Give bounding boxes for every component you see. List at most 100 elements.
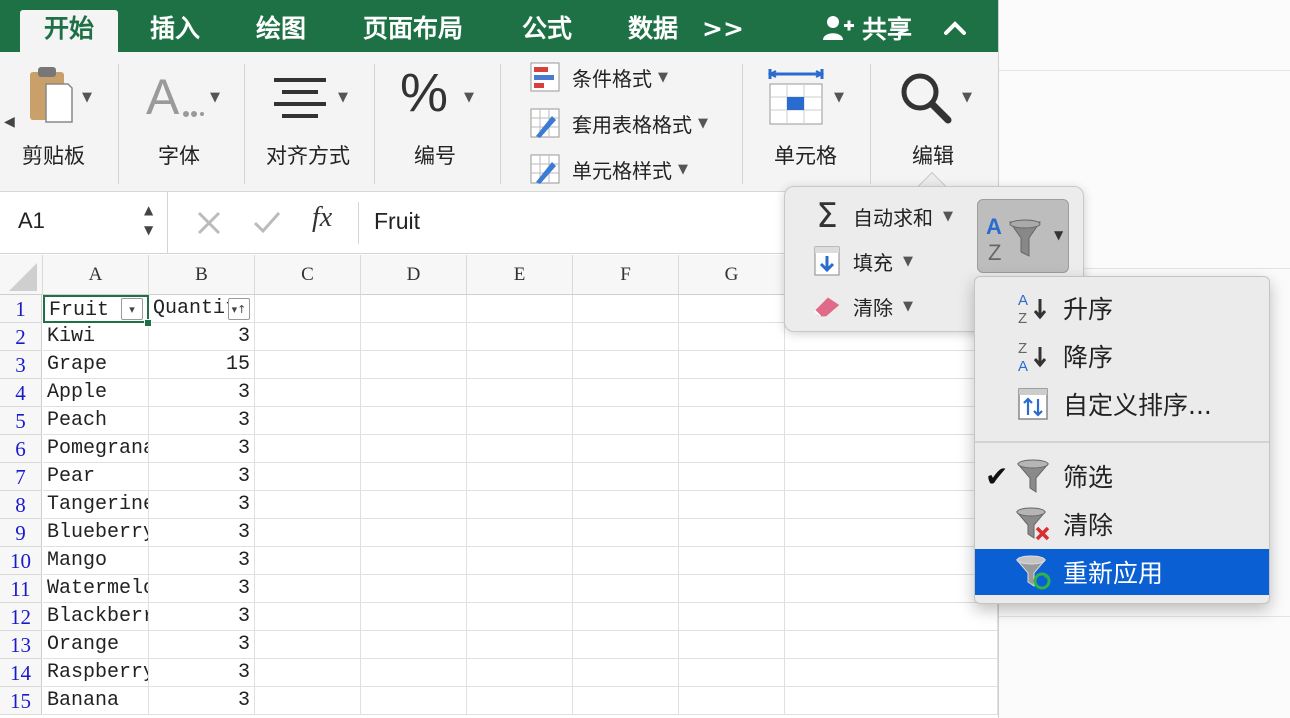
row-header[interactable]: 13 bbox=[0, 631, 42, 659]
cell-fruit[interactable]: Kiwi bbox=[43, 323, 149, 351]
empty-cell[interactable] bbox=[361, 603, 467, 631]
empty-cell[interactable] bbox=[573, 491, 679, 519]
empty-cell[interactable] bbox=[785, 687, 998, 715]
empty-cell[interactable] bbox=[785, 631, 998, 659]
empty-cell[interactable] bbox=[573, 379, 679, 407]
empty-cell[interactable] bbox=[255, 659, 361, 687]
cell-quantity[interactable]: 3 bbox=[149, 659, 255, 687]
empty-cell[interactable] bbox=[255, 323, 361, 351]
confirm-icon[interactable] bbox=[252, 210, 282, 236]
clipboard-group[interactable]: ▼ 剪贴板 bbox=[20, 52, 112, 192]
cell-quantity[interactable]: 3 bbox=[149, 407, 255, 435]
cell-fruit[interactable]: Orange bbox=[43, 631, 149, 659]
empty-cell[interactable] bbox=[573, 407, 679, 435]
empty-cell[interactable] bbox=[785, 435, 998, 463]
menu-item-reapply[interactable]: 重新应用 bbox=[975, 549, 1269, 595]
row-header[interactable]: 2 bbox=[0, 323, 42, 351]
empty-cell[interactable] bbox=[467, 379, 573, 407]
empty-cell[interactable] bbox=[361, 323, 467, 351]
conditional-formatting-button[interactable]: 条件格式 ▼ bbox=[530, 60, 668, 94]
row-header[interactable]: 5 bbox=[0, 407, 42, 435]
cell-fruit[interactable]: Mango bbox=[43, 547, 149, 575]
menu-item-clear-filter[interactable]: 清除 bbox=[975, 501, 1269, 547]
empty-cell[interactable] bbox=[679, 323, 785, 351]
cell-styles-button[interactable]: 单元格样式 ▼ bbox=[530, 152, 688, 186]
empty-cell[interactable] bbox=[361, 575, 467, 603]
empty-cell[interactable] bbox=[785, 575, 998, 603]
empty-cell[interactable] bbox=[679, 491, 785, 519]
empty-cell[interactable] bbox=[679, 547, 785, 575]
cell-quantity[interactable]: 3 bbox=[149, 603, 255, 631]
cell-fruit[interactable]: Grape bbox=[43, 351, 149, 379]
cell-fruit[interactable]: Blackberry bbox=[43, 603, 149, 631]
column-header-d[interactable]: D bbox=[361, 255, 467, 295]
insert-function-button[interactable]: fx bbox=[312, 202, 332, 234]
sort-filter-button[interactable]: A Z ▼ bbox=[977, 199, 1069, 273]
empty-cell[interactable] bbox=[361, 519, 467, 547]
tab-home[interactable]: 开始 bbox=[20, 10, 118, 52]
empty-cell[interactable] bbox=[573, 295, 679, 323]
collapse-ribbon-icon[interactable] bbox=[940, 10, 970, 46]
empty-cell[interactable] bbox=[785, 547, 998, 575]
empty-cell[interactable] bbox=[679, 603, 785, 631]
empty-cell[interactable] bbox=[467, 631, 573, 659]
cells-group[interactable]: ▼ 单元格 bbox=[756, 52, 856, 192]
empty-cell[interactable] bbox=[785, 659, 998, 687]
empty-cell[interactable] bbox=[255, 631, 361, 659]
column-header-f[interactable]: F bbox=[573, 255, 679, 295]
empty-cell[interactable] bbox=[679, 687, 785, 715]
tab-data[interactable]: 数据 bbox=[610, 10, 696, 52]
cell-fruit[interactable]: Banana bbox=[43, 687, 149, 715]
empty-cell[interactable] bbox=[573, 435, 679, 463]
row-header[interactable]: 9 bbox=[0, 519, 42, 547]
cell-quantity[interactable]: 3 bbox=[149, 491, 255, 519]
empty-cell[interactable] bbox=[361, 407, 467, 435]
font-group[interactable]: A ▼ 字体 bbox=[140, 52, 230, 192]
empty-cell[interactable] bbox=[573, 603, 679, 631]
cell-quantity[interactable]: 3 bbox=[149, 323, 255, 351]
empty-cell[interactable] bbox=[785, 463, 998, 491]
empty-cell[interactable] bbox=[255, 575, 361, 603]
cell-fruit[interactable]: Tangerine bbox=[43, 491, 149, 519]
empty-cell[interactable] bbox=[785, 519, 998, 547]
empty-cell[interactable] bbox=[573, 463, 679, 491]
column-header-e[interactable]: E bbox=[467, 255, 573, 295]
empty-cell[interactable] bbox=[573, 323, 679, 351]
row-header[interactable]: 12 bbox=[0, 603, 42, 631]
cell-quantity[interactable]: 3 bbox=[149, 631, 255, 659]
empty-cell[interactable] bbox=[255, 547, 361, 575]
alignment-group[interactable]: ▼ 对齐方式 bbox=[262, 52, 362, 192]
empty-cell[interactable] bbox=[255, 463, 361, 491]
empty-cell[interactable] bbox=[255, 519, 361, 547]
empty-cell[interactable] bbox=[467, 547, 573, 575]
cell-quantity[interactable]: 3 bbox=[149, 687, 255, 715]
empty-cell[interactable] bbox=[361, 435, 467, 463]
empty-cell[interactable] bbox=[361, 631, 467, 659]
empty-cell[interactable] bbox=[361, 659, 467, 687]
column-header-c[interactable]: C bbox=[255, 255, 361, 295]
empty-cell[interactable] bbox=[361, 379, 467, 407]
empty-cell[interactable] bbox=[467, 687, 573, 715]
cell-quantity[interactable]: 15 bbox=[149, 351, 255, 379]
row-header[interactable]: 8 bbox=[0, 491, 42, 519]
cell-quantity[interactable]: 3 bbox=[149, 575, 255, 603]
menu-item-sort-ascending[interactable]: AZ 升序 bbox=[975, 285, 1269, 331]
empty-cell[interactable] bbox=[573, 575, 679, 603]
empty-cell[interactable] bbox=[255, 491, 361, 519]
empty-cell[interactable] bbox=[679, 407, 785, 435]
column-header-a[interactable]: A bbox=[43, 255, 149, 295]
cancel-icon[interactable] bbox=[196, 210, 222, 236]
empty-cell[interactable] bbox=[467, 519, 573, 547]
empty-cell[interactable] bbox=[361, 295, 467, 323]
cell-fruit[interactable]: Apple bbox=[43, 379, 149, 407]
empty-cell[interactable] bbox=[467, 575, 573, 603]
filter-dropdown-b[interactable]: ▾↑ bbox=[228, 298, 250, 320]
row-header[interactable]: 11 bbox=[0, 575, 42, 603]
row-header[interactable]: 1 bbox=[0, 295, 42, 323]
empty-cell[interactable] bbox=[467, 435, 573, 463]
empty-cell[interactable] bbox=[573, 631, 679, 659]
cell-quantity[interactable]: 3 bbox=[149, 379, 255, 407]
empty-cell[interactable] bbox=[679, 295, 785, 323]
empty-cell[interactable] bbox=[679, 379, 785, 407]
empty-cell[interactable] bbox=[785, 351, 998, 379]
